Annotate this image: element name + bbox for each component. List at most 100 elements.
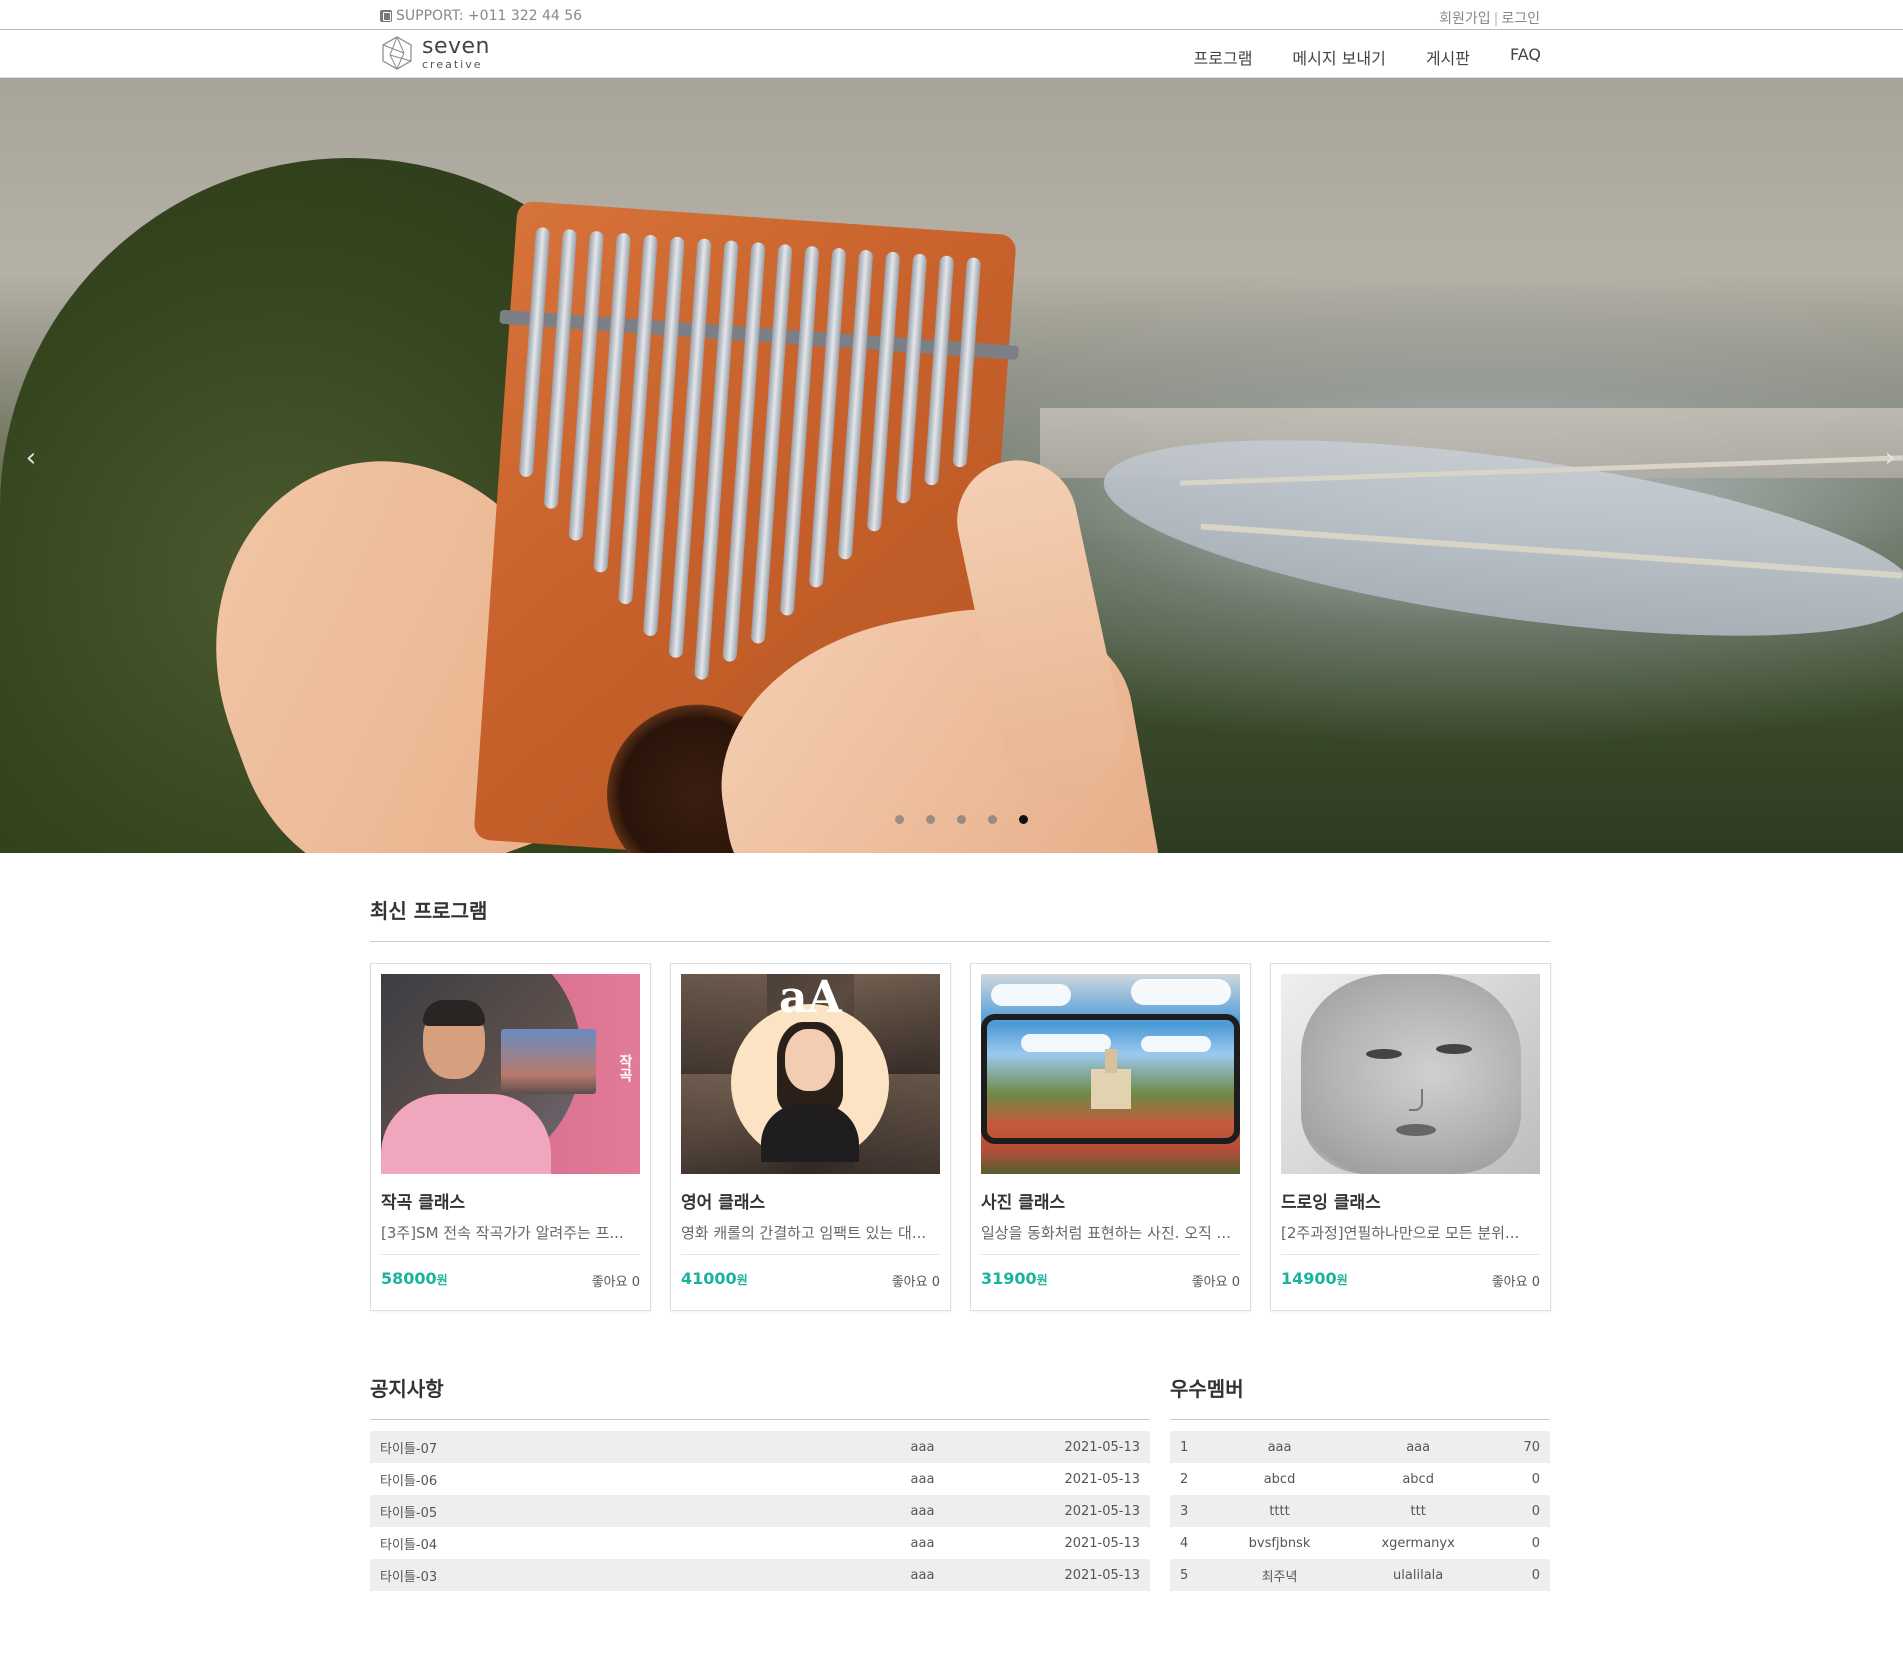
latest-programs-divider: [370, 941, 1550, 942]
carousel-prev-icon[interactable]: ‹: [22, 443, 40, 473]
program-card[interactable]: aA 영어 클래스 영화 캐롤의 간결하고 임팩트 있는 대... 41000원…: [670, 963, 951, 1311]
members-divider: [1170, 1419, 1550, 1420]
carousel-dot[interactable]: [988, 815, 997, 824]
top-bar: SUPPORT: +011 322 44 56 회원가입 | 로그인: [0, 0, 1903, 30]
price-value: 58000: [381, 1269, 437, 1288]
member-id: aaa: [1344, 1431, 1493, 1463]
member-id: xgermanyx: [1381, 1535, 1455, 1551]
program-thumbnail[interactable]: 작곡: [381, 974, 640, 1174]
member-name: bvsfjbnsk: [1248, 1535, 1311, 1551]
members-table-body: 1 aaa aaa 70 2 abcd abcd 0 3 tttt ttt 0 4 bvsfjbnsk xg…: [1170, 1431, 1550, 1591]
nav-item-board[interactable]: 게시판: [1426, 45, 1470, 69]
program-title[interactable]: 드로잉 클래스: [1281, 1188, 1381, 1213]
program-price: 41000원: [681, 1269, 748, 1288]
notice-row-author: aaa: [850, 1495, 945, 1527]
thumb-eye: [1436, 1044, 1472, 1054]
nav-item-send-message[interactable]: 메시지 보내기: [1292, 45, 1385, 69]
program-thumbnail[interactable]: [1281, 974, 1540, 1174]
member-score: 70: [1492, 1431, 1550, 1463]
logo-icon: [382, 36, 412, 71]
member-score: 0: [1531, 1471, 1540, 1487]
logo[interactable]: seven creative: [380, 35, 490, 71]
member-name: 최주녁: [1214, 1559, 1345, 1591]
thumb-phone-frame: [981, 1014, 1240, 1144]
thumb-hair: [423, 1000, 485, 1026]
card-divider: [681, 1254, 940, 1255]
price-value: 31900: [981, 1269, 1037, 1288]
program-description: [2주과정]연필하나만으로 모든 분위...: [1281, 1224, 1520, 1242]
program-thumbnail[interactable]: aA: [681, 974, 940, 1174]
notice-row[interactable]: 타이틀-03 aaa 2021-05-13: [370, 1559, 1150, 1591]
members-table: 1 aaa aaa 70 2 abcd abcd 0 3 tttt ttt 0 4 bvsfjbnsk xg…: [1170, 1431, 1550, 1591]
member-row: 3 tttt ttt 0: [1170, 1495, 1550, 1527]
member-id: ulalilala: [1344, 1559, 1493, 1591]
member-row: 5 최주녁 ulalilala 0: [1170, 1559, 1550, 1591]
notice-row-author: aaa: [910, 1471, 935, 1487]
thumb-dress: [761, 1104, 859, 1162]
auth-links: 회원가입 | 로그인: [1439, 8, 1540, 28]
notice-row[interactable]: 타이틀-06 aaa 2021-05-13: [370, 1463, 1150, 1495]
notice-row-title[interactable]: 타이틀-06: [370, 1463, 850, 1495]
thumb-eye: [1366, 1049, 1402, 1059]
member-rank: 5: [1170, 1559, 1215, 1591]
program-card[interactable]: 작곡 작곡 클래스 [3주]SM 전속 작곡가가 알려주는 프... 58000…: [370, 963, 651, 1311]
card-divider: [1281, 1254, 1540, 1255]
notice-row[interactable]: 타이틀-04 aaa 2021-05-13: [370, 1527, 1150, 1559]
program-title[interactable]: 영어 클래스: [681, 1188, 765, 1213]
carousel-dot[interactable]: [1019, 815, 1028, 824]
program-likes[interactable]: 좋아요 0: [1492, 1271, 1540, 1290]
latest-programs-title: 최신 프로그램: [370, 899, 488, 923]
notice-row-date: 2021-05-13: [944, 1559, 1150, 1591]
price-value: 41000: [681, 1269, 737, 1288]
carousel-next-icon[interactable]: ›: [1881, 443, 1899, 473]
thumb-badge: 작곡: [617, 1054, 633, 1082]
program-thumbnail[interactable]: [981, 974, 1240, 1174]
logo-sub: creative: [422, 58, 483, 71]
member-score: 0: [1492, 1495, 1550, 1527]
price-unit: 원: [736, 1273, 748, 1287]
phone-icon: [380, 10, 392, 22]
program-description: [3주]SM 전속 작곡가가 알려주는 프...: [381, 1224, 624, 1242]
thumb-person: [401, 1000, 511, 1134]
carousel-indicators: [895, 815, 1028, 824]
member-name: abcd: [1263, 1471, 1296, 1487]
program-price: 14900원: [1281, 1269, 1348, 1288]
member-score: 0: [1531, 1535, 1540, 1551]
program-likes[interactable]: 좋아요 0: [1192, 1271, 1240, 1290]
program-likes[interactable]: 좋아요 0: [892, 1271, 940, 1290]
hero-carousel[interactable]: ‹ ›: [0, 78, 1903, 853]
thumb-cloud: [991, 984, 1071, 1006]
carousel-dot[interactable]: [926, 815, 935, 824]
carousel-dot[interactable]: [957, 815, 966, 824]
notice-row-date: 2021-05-13: [1064, 1535, 1140, 1551]
member-row: 2 abcd abcd 0: [1170, 1463, 1550, 1495]
signup-link[interactable]: 회원가입: [1439, 11, 1491, 27]
nav-item-programs[interactable]: 프로그램: [1194, 45, 1253, 69]
price-value: 14900: [1281, 1269, 1337, 1288]
member-name: tttt: [1214, 1495, 1345, 1527]
member-name: aaa: [1214, 1431, 1345, 1463]
nav-item-faq[interactable]: FAQ: [1510, 45, 1541, 69]
notice-row[interactable]: 타이틀-05 aaa 2021-05-13: [370, 1495, 1150, 1527]
main-header: seven creative 프로그램 메시지 보내기 게시판 FAQ: [0, 30, 1903, 78]
notice-row[interactable]: 타이틀-07 aaa 2021-05-13: [370, 1431, 1150, 1463]
login-link[interactable]: 로그인: [1501, 11, 1540, 27]
thumb-monitor: [501, 1029, 596, 1094]
program-card[interactable]: 드로잉 클래스 [2주과정]연필하나만으로 모든 분위... 14900원 좋아…: [1270, 963, 1551, 1311]
notice-table-body: 타이틀-07 aaa 2021-05-13 타이틀-06 aaa 2021-05-13 타이…: [370, 1431, 1150, 1591]
page: SUPPORT: +011 322 44 56 회원가입 | 로그인 seven c…: [0, 0, 1903, 1661]
program-title[interactable]: 사진 클래스: [981, 1188, 1065, 1213]
thumb-nose: [1409, 1089, 1423, 1111]
main-nav: 프로그램 메시지 보내기 게시판 FAQ: [1194, 45, 1541, 69]
carousel-dot[interactable]: [895, 815, 904, 824]
notice-row-title[interactable]: 타이틀-05: [370, 1495, 850, 1527]
notice-row-title[interactable]: 타이틀-04: [370, 1527, 850, 1559]
program-card[interactable]: 사진 클래스 일상을 동화처럼 표현하는 사진. 오직 ... 31900원 좋…: [970, 963, 1251, 1311]
members-title: 우수멤버: [1170, 1377, 1244, 1401]
notice-row-title[interactable]: 타이틀-07: [370, 1431, 850, 1463]
notice-table: 타이틀-07 aaa 2021-05-13 타이틀-06 aaa 2021-05-13 타이…: [370, 1431, 1150, 1591]
support-text: SUPPORT: +011 322 44 56: [396, 8, 583, 24]
program-likes[interactable]: 좋아요 0: [592, 1271, 640, 1290]
program-title[interactable]: 작곡 클래스: [381, 1188, 465, 1213]
notice-row-title[interactable]: 타이틀-03: [370, 1559, 850, 1591]
